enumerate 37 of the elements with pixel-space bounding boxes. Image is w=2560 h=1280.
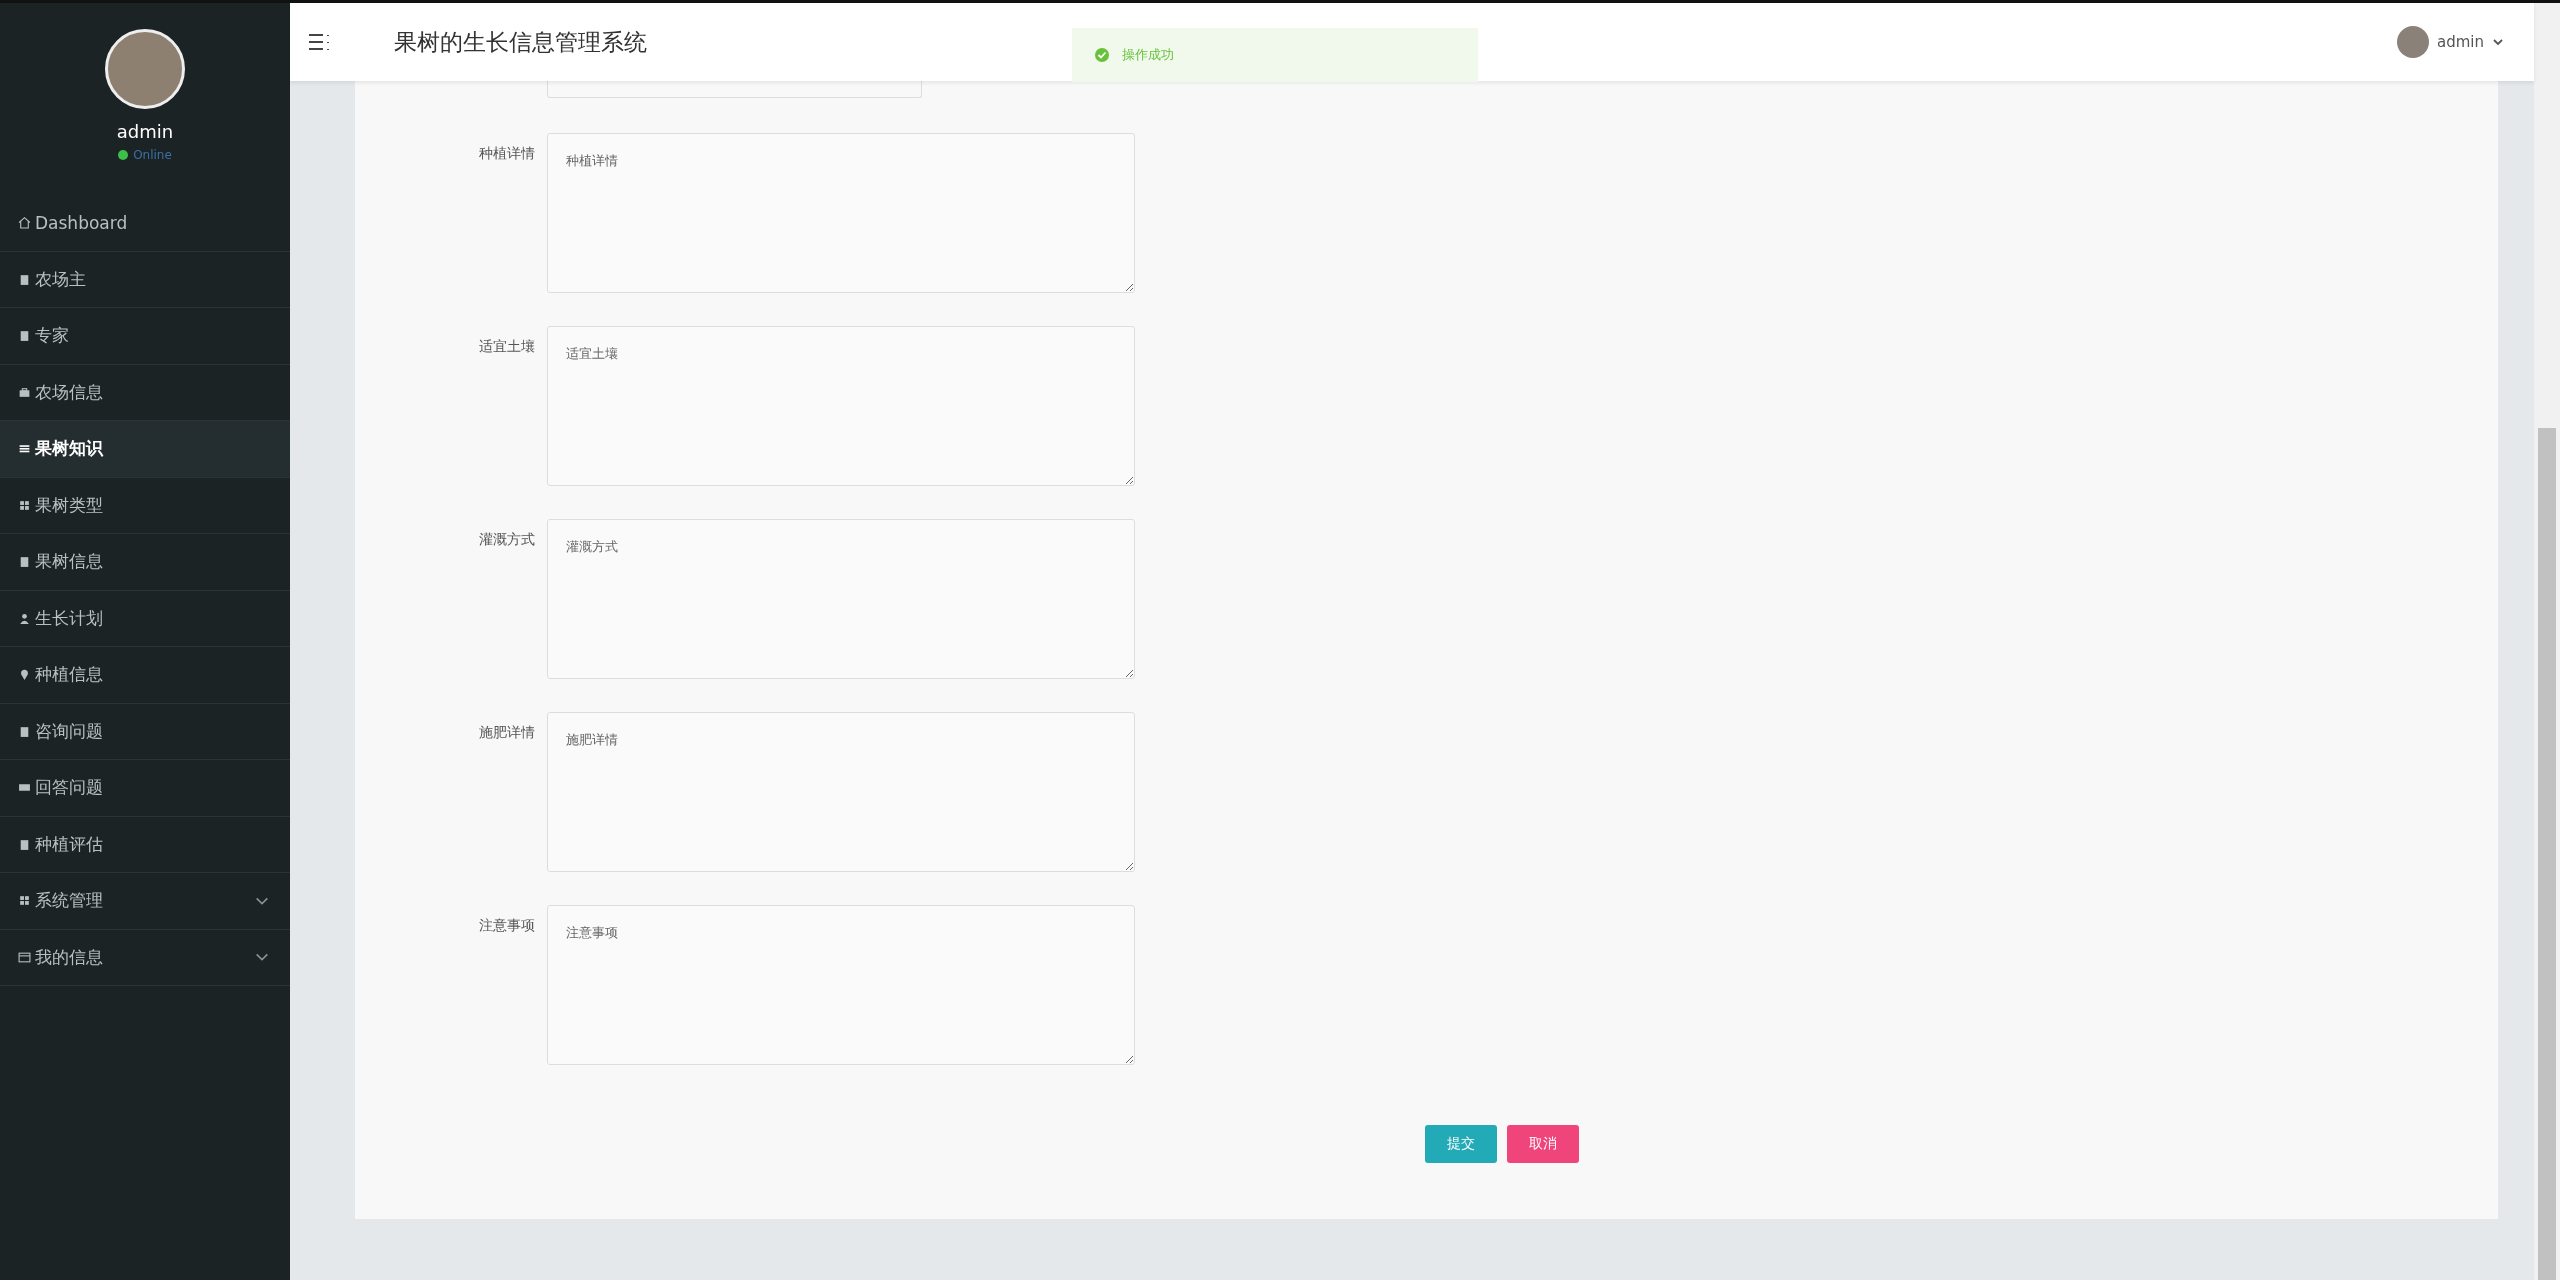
- sidebar-item[interactable]: 系统管理: [0, 873, 290, 930]
- input-field[interactable]: [547, 81, 922, 98]
- sidebar-item[interactable]: 果树信息: [0, 534, 290, 591]
- user-menu[interactable]: admin: [2397, 26, 2504, 58]
- sidebar-item[interactable]: 咨询问题: [0, 703, 290, 760]
- sidebar-item[interactable]: 我的信息: [0, 929, 290, 986]
- home-icon: [18, 216, 31, 230]
- sidebar-item[interactable]: 生长计划: [0, 590, 290, 647]
- field-label: 施肥详情: [478, 724, 536, 742]
- text-area[interactable]: 灌溉方式: [547, 519, 1135, 679]
- check-circle-icon: [1094, 47, 1110, 63]
- cancel-button[interactable]: 取消: [1506, 1125, 1579, 1163]
- field-label: 适宜土壤: [478, 338, 536, 356]
- field-label: 注意事项: [478, 917, 536, 935]
- scrollbar[interactable]: [2534, 3, 2560, 1280]
- sidebar-item[interactable]: 种植评估: [0, 816, 290, 873]
- text-area[interactable]: 施肥详情: [547, 712, 1135, 872]
- window-icon: [18, 950, 31, 964]
- online-dot: [118, 150, 129, 160]
- sidebar-item[interactable]: 回答问题: [0, 760, 290, 817]
- toast-message: 操作成功: [1122, 46, 1174, 64]
- text-area[interactable]: 注意事项: [547, 905, 1135, 1065]
- app-title: 果树的生长信息管理系统: [394, 27, 647, 57]
- sidebar-item[interactable]: 农场主: [0, 251, 290, 308]
- avatar: [2397, 26, 2429, 58]
- field-label: 种植详情: [478, 145, 536, 163]
- sidebar-item[interactable]: 专家: [0, 308, 290, 365]
- user-status: Online: [133, 148, 172, 162]
- text-area[interactable]: 种植详情: [547, 133, 1135, 293]
- sidebar-item[interactable]: Dashboard: [0, 195, 290, 252]
- user-name: admin: [116, 121, 174, 142]
- sidebar-item[interactable]: 果树类型: [0, 477, 290, 534]
- sidebar-item[interactable]: 种植信息: [0, 647, 290, 704]
- chevron-down-icon: [2492, 36, 2504, 48]
- field-label: 灌溉方式: [478, 531, 536, 549]
- sidebar-item[interactable]: 果树知识: [0, 421, 290, 478]
- text-area[interactable]: 适宜土壤: [547, 326, 1135, 486]
